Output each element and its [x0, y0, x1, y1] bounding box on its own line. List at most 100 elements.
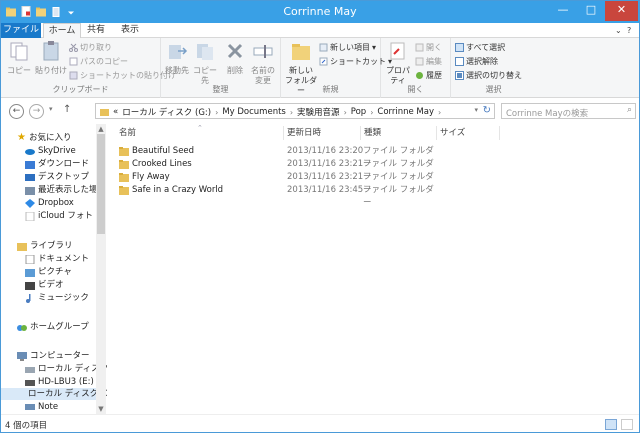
scroll-up-icon[interactable]: ▲	[97, 125, 105, 133]
details-view-button[interactable]	[605, 419, 617, 430]
select-group-label: 選択	[485, 85, 502, 94]
paste-button[interactable]: 貼り付け	[35, 40, 67, 76]
cut-button[interactable]: 切り取り	[69, 42, 112, 53]
copy-button[interactable]: コピー	[5, 40, 33, 76]
nav-homegroup[interactable]: ホームグループ	[17, 321, 89, 333]
nav-downloads[interactable]: ダウンロード	[25, 158, 89, 170]
address-dropdown-icon[interactable]: ▾	[474, 106, 478, 114]
move-to-button[interactable]: 移動先	[163, 40, 191, 76]
ribbon: コピー 貼り付け 切り取り パスのコピー ショートカットの貼り付け クリップボー…	[1, 38, 639, 98]
chevron-down-icon[interactable]: ⌄	[615, 26, 622, 35]
desktop-icon	[25, 173, 35, 181]
nav-libraries[interactable]: ライブラリ	[17, 240, 73, 252]
column-header-size[interactable]: サイズ	[440, 126, 465, 140]
invert-selection-button[interactable]: 選択の切り替え	[455, 70, 522, 81]
scrollbar-thumb[interactable]	[97, 134, 105, 234]
forward-button[interactable]: →	[29, 104, 44, 119]
file-row[interactable]: Safe in a Crazy World 2013/11/16 23:45 フ…	[119, 184, 439, 208]
nav-skydrive[interactable]: SkyDrive	[25, 145, 76, 157]
nav-label: お気に入り	[28, 133, 72, 143]
chevron-right-icon[interactable]: ›	[215, 108, 218, 117]
maximize-button[interactable]: □	[577, 1, 605, 21]
paste-shortcut-button[interactable]: ショートカットの貼り付け	[69, 70, 176, 81]
recent-locations-icon[interactable]: ▾	[49, 105, 53, 113]
breadcrumb-item[interactable]: 実験用音源	[297, 106, 340, 118]
nav-scrollbar[interactable]: ▲ ▼	[96, 124, 106, 414]
edit-label: 編集	[426, 57, 442, 66]
close-button[interactable]: ✕	[605, 1, 638, 21]
nav-videos[interactable]: ビデオ	[25, 279, 64, 291]
copy-path-button[interactable]: パスのコピー	[69, 56, 128, 67]
column-divider[interactable]	[499, 126, 500, 140]
nav-music[interactable]: ミュージック	[25, 292, 89, 304]
file-row[interactable]: Beautiful Seed 2013/11/16 23:20 ファイル フォル…	[119, 145, 439, 169]
nav-label: デスクトップ	[38, 172, 90, 182]
chevron-right-icon[interactable]: ›	[438, 108, 441, 117]
breadcrumb-item[interactable]: Corrinne May	[377, 107, 434, 117]
minimize-button[interactable]: —	[549, 1, 577, 21]
column-divider[interactable]	[436, 126, 437, 140]
search-input[interactable]: Corrinne Mayの検索 ⌕	[501, 103, 636, 119]
new-item-icon	[319, 43, 328, 52]
rename-button[interactable]: 名前の 変更	[249, 40, 277, 86]
nav-desktop[interactable]: デスクトップ	[25, 171, 89, 183]
scroll-down-icon[interactable]: ▼	[97, 405, 105, 413]
column-divider[interactable]	[283, 126, 284, 140]
nav-local-g[interactable]: ローカル ディスク (G	[1, 388, 111, 400]
tab-view[interactable]: 表示	[111, 23, 149, 38]
nav-recent[interactable]: 最近表示した場所	[25, 184, 106, 196]
nav-pictures[interactable]: ピクチャ	[25, 266, 72, 278]
nav-icloud[interactable]: iCloud フォト	[25, 210, 93, 222]
refresh-icon[interactable]: ↻	[483, 105, 491, 116]
properties-button[interactable]: プロパティ	[383, 40, 413, 86]
edit-button[interactable]: 編集	[415, 56, 442, 67]
up-icon[interactable]: ↑	[63, 104, 71, 115]
file-date: 2013/11/16 23:20	[287, 146, 364, 156]
select-all-icon	[455, 43, 464, 52]
column-header-type[interactable]: 種類	[364, 126, 381, 140]
tab-home[interactable]: ホーム	[43, 23, 81, 39]
nav-favorites[interactable]: ★ お気に入り	[17, 132, 71, 144]
breadcrumb-overflow[interactable]: «	[113, 107, 118, 117]
file-row[interactable]: Fly Away 2013/11/16 23:21 ファイル フォルダー	[119, 171, 439, 195]
tab-file[interactable]: ファイル	[1, 23, 41, 38]
nav-computer[interactable]: コンピューター	[17, 350, 90, 362]
computer-icon	[17, 351, 27, 361]
folder-icon	[119, 186, 129, 195]
document-icon	[25, 254, 35, 264]
chevron-right-icon[interactable]: ›	[370, 108, 373, 117]
rename-label-1: 名前の	[251, 66, 275, 75]
select-all-button[interactable]: すべて選択	[455, 42, 505, 53]
chevron-right-icon[interactable]: ›	[344, 108, 347, 117]
file-row[interactable]: Crooked Lines 2013/11/16 23:21 ファイル フォルダ…	[119, 158, 439, 182]
nav-label: ホームグループ	[30, 322, 89, 332]
drive-icon	[25, 366, 35, 373]
back-button[interactable]: ←	[9, 104, 24, 119]
column-header-name[interactable]: 名前	[119, 126, 136, 140]
nav-note[interactable]: Note	[25, 401, 58, 413]
chevron-right-icon[interactable]: ›	[290, 108, 293, 117]
address-bar[interactable]: « ローカル ディスク (G:) › My Documents › 実験用音源 …	[95, 103, 495, 119]
nav-documents[interactable]: ドキュメント	[25, 253, 89, 265]
select-none-button[interactable]: 選択解除	[455, 56, 498, 67]
help-icon[interactable]: ?	[627, 26, 631, 35]
delete-x-icon	[227, 43, 243, 59]
new-item-button[interactable]: 新しい項目 ▾	[319, 42, 376, 53]
file-list: ⌃ 名前 更新日時 種類 サイズ Beautiful Seed 2013/11/…	[107, 124, 639, 414]
tab-share[interactable]: 共有	[81, 23, 111, 38]
scissors-icon	[69, 43, 78, 52]
open-button[interactable]: 開く	[415, 42, 442, 53]
nav-label: HD-LBU3 (E:)	[38, 377, 94, 387]
search-icon[interactable]: ⌕	[627, 105, 632, 115]
column-header-date[interactable]: 更新日時	[287, 126, 321, 140]
breadcrumb-item[interactable]: Pop	[351, 107, 366, 117]
nav-hd-lbu3[interactable]: HD-LBU3 (E:)	[25, 376, 94, 388]
copy-to-button[interactable]: コピー先	[191, 40, 219, 86]
column-divider[interactable]	[360, 126, 361, 140]
delete-button[interactable]: 削除	[221, 40, 249, 76]
breadcrumb-item[interactable]: My Documents	[222, 107, 286, 117]
breadcrumb-item[interactable]: ローカル ディスク (G:)	[122, 106, 211, 118]
large-icons-view-button[interactable]	[621, 419, 633, 430]
history-button[interactable]: 履歴	[415, 70, 442, 81]
nav-dropbox[interactable]: Dropbox	[25, 197, 74, 209]
